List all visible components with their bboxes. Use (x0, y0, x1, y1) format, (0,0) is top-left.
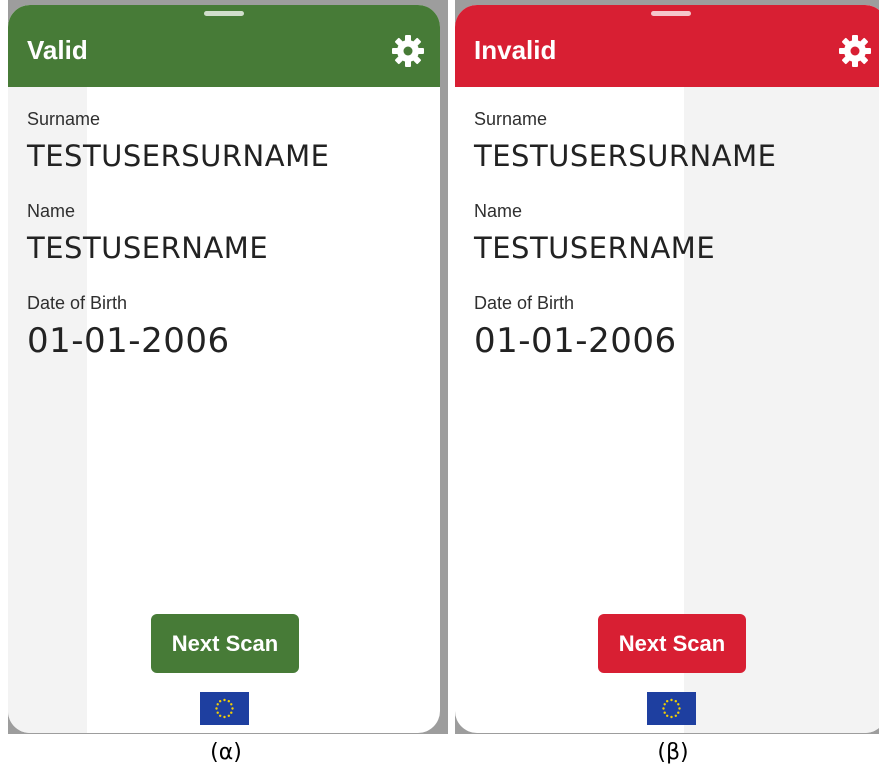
surname-label: Surname (27, 109, 101, 129)
dob-value: 01-01-2006 (474, 321, 677, 361)
result-panel-invalid: Invalid Surname TESTUSERSURNAME Name TES… (455, 0, 879, 734)
dob-label: Date of Birth (474, 293, 575, 313)
surname-value: TESTUSERSURNAME (474, 139, 777, 173)
caption-beta: (β) (657, 740, 689, 765)
sheet-grabber[interactable] (651, 11, 691, 16)
name-label: Name (474, 201, 523, 221)
next-scan-button[interactable]: Next Scan (151, 614, 299, 673)
eu-flag-icon (200, 692, 249, 725)
name-value: TESTUSERNAME (27, 231, 269, 265)
gear-icon[interactable] (838, 34, 872, 68)
surname-label: Surname (474, 109, 548, 129)
status-header: Invalid (455, 5, 879, 87)
name-value: TESTUSERNAME (474, 231, 716, 265)
eu-flag-icon (647, 692, 696, 725)
dob-value: 01-01-2006 (27, 321, 230, 361)
sheet-grabber[interactable] (204, 11, 244, 16)
status-header: Valid (8, 5, 440, 87)
result-sheet: Valid Surname TESTUSERSURNAME Name TESTU… (8, 5, 440, 733)
result-sheet: Invalid Surname TESTUSERSURNAME Name TES… (455, 5, 879, 733)
result-panel-valid: Valid Surname TESTUSERSURNAME Name TESTU… (8, 0, 448, 734)
name-label: Name (27, 201, 76, 221)
status-title: Invalid (474, 35, 557, 65)
status-title: Valid (27, 35, 88, 65)
caption-alpha: (α) (210, 740, 242, 765)
surname-value: TESTUSERSURNAME (27, 139, 330, 173)
gear-icon[interactable] (391, 34, 425, 68)
next-scan-button[interactable]: Next Scan (598, 614, 746, 673)
dob-label: Date of Birth (27, 293, 128, 313)
